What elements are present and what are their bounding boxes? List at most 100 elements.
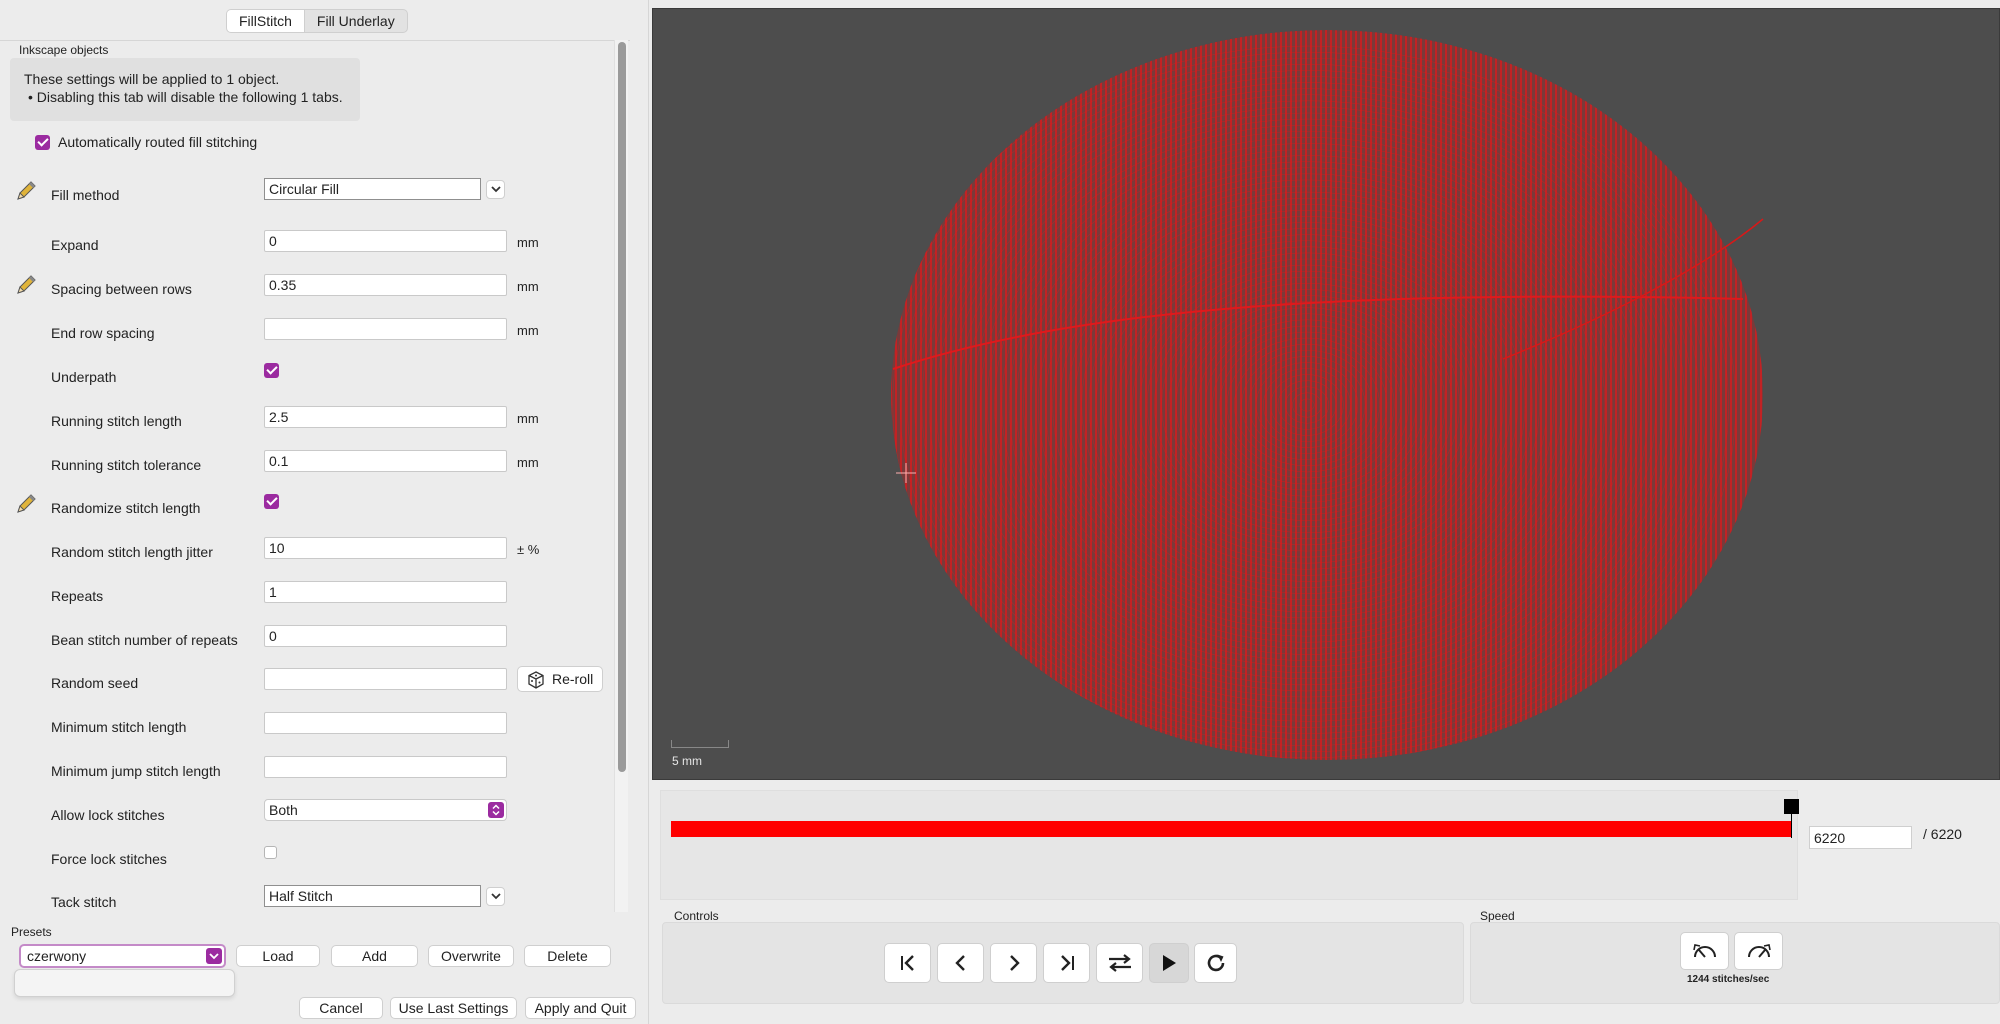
speed-slow-icon: [1692, 944, 1716, 958]
row-spacing-unit: mm: [517, 279, 539, 294]
skip-end-icon: [1060, 955, 1074, 971]
slow-down-button[interactable]: [1680, 932, 1729, 970]
bean-label: Bean stitch number of repeats: [51, 632, 238, 648]
row-row-spacing: Spacing between rows 0.35 mm: [0, 272, 610, 302]
stitch-total-label: / 6220: [1923, 826, 1962, 842]
seed-input[interactable]: [264, 668, 507, 690]
auto-route-toggle[interactable]: Automatically routed fill stitching: [35, 134, 257, 150]
speed-label: Speed: [1480, 909, 1515, 923]
jump-to-end-button[interactable]: [1043, 943, 1090, 983]
preset-combo[interactable]: czerwony: [19, 944, 226, 968]
row-allow-lock: Allow lock stitches Both: [0, 798, 610, 828]
apply-and-quit-button[interactable]: Apply and Quit: [525, 997, 636, 1019]
chevron-down-icon[interactable]: [206, 948, 222, 964]
randomize-label: Randomize stitch length: [51, 500, 201, 516]
row-running-stitch-length: Running stitch length 2.5 mm: [0, 404, 610, 434]
running-stitch-length-input[interactable]: 2.5: [264, 406, 507, 428]
speed-up-button[interactable]: [1734, 932, 1783, 970]
jump-to-start-button[interactable]: [884, 943, 931, 983]
tack-dropdown-button[interactable]: [486, 887, 505, 906]
expand-input[interactable]: 0: [264, 230, 507, 252]
row-running-stitch-tolerance: Running stitch tolerance 0.1 mm: [0, 448, 610, 478]
row-bean: Bean stitch number of repeats 0: [0, 623, 610, 653]
info-line-1: These settings will be applied to 1 obje…: [24, 71, 280, 87]
running-stitch-tolerance-unit: mm: [517, 455, 539, 470]
row-min-jump: Minimum jump stitch length: [0, 754, 610, 784]
repeats-input[interactable]: 1: [264, 581, 507, 603]
load-button[interactable]: Load: [236, 945, 320, 967]
fill-method-dropdown-button[interactable]: [486, 180, 505, 199]
pencil-icon: [17, 181, 36, 200]
repeats-label: Repeats: [51, 588, 104, 604]
reroll-button[interactable]: Re-roll: [517, 666, 603, 692]
delete-button[interactable]: Delete: [524, 945, 611, 967]
controls-label: Controls: [674, 909, 719, 923]
stitch-number-input[interactable]: 6220: [1809, 826, 1912, 849]
row-spacing-label: Spacing between rows: [51, 281, 192, 297]
force-lock-label: Force lock stitches: [51, 851, 167, 867]
refresh-icon: [1207, 954, 1224, 972]
play-button[interactable]: [1149, 943, 1189, 983]
row-force-lock: Force lock stitches: [0, 842, 610, 872]
skip-start-icon: [900, 955, 914, 971]
min-jump-input[interactable]: [264, 756, 507, 778]
row-end-row-spacing: End row spacing mm: [0, 316, 610, 346]
cancel-button[interactable]: Cancel: [299, 997, 383, 1019]
force-lock-checkbox[interactable]: [264, 846, 277, 859]
underpath-checkbox[interactable]: [264, 363, 279, 378]
row-expand: Expand 0 mm: [0, 228, 610, 258]
row-randomize: Randomize stitch length: [0, 491, 610, 521]
fill-method-label: Fill method: [51, 187, 120, 203]
chevron-down-icon: [491, 893, 501, 900]
scrollbar-thumb[interactable]: [618, 42, 626, 772]
row-min-stitch: Minimum stitch length: [0, 710, 610, 740]
row-tack: Tack stitch Half Stitch: [0, 885, 610, 915]
step-back-button[interactable]: [937, 943, 984, 983]
running-stitch-tolerance-input[interactable]: 0.1: [264, 450, 507, 472]
randomize-checkbox[interactable]: [264, 494, 279, 509]
info-box: These settings will be applied to 1 obje…: [10, 58, 360, 121]
running-stitch-tolerance-label: Running stitch tolerance: [51, 457, 202, 473]
dice-icon: [528, 671, 544, 689]
info-line-2: • Disabling this tab will disable the fo…: [28, 89, 343, 105]
chevron-right-icon: [1009, 955, 1020, 971]
auto-route-label: Automatically routed fill stitching: [58, 134, 258, 150]
jitter-input[interactable]: 10: [264, 537, 507, 559]
running-stitch-length-label: Running stitch length: [51, 413, 182, 429]
end-row-spacing-label: End row spacing: [51, 325, 155, 341]
end-row-spacing-unit: mm: [517, 323, 539, 338]
use-last-settings-button[interactable]: Use Last Settings: [390, 997, 517, 1019]
min-jump-label: Minimum jump stitch length: [51, 763, 221, 779]
stitch-progress-bar[interactable]: [671, 821, 1791, 837]
params-scrollbar[interactable]: [614, 40, 628, 912]
step-forward-button[interactable]: [990, 943, 1037, 983]
min-stitch-input[interactable]: [264, 712, 507, 734]
reroll-label: Re-roll: [552, 671, 594, 687]
jitter-unit: ± %: [517, 542, 540, 557]
expand-label: Expand: [51, 237, 99, 253]
add-button[interactable]: Add: [331, 945, 418, 967]
tack-combo[interactable]: Half Stitch: [264, 885, 481, 907]
overwrite-button[interactable]: Overwrite: [428, 945, 514, 967]
tab-fill-underlay[interactable]: Fill Underlay: [305, 10, 407, 32]
allow-lock-select[interactable]: Both: [264, 799, 507, 821]
auto-route-checkbox[interactable]: [35, 134, 50, 150]
underpath-label: Underpath: [51, 369, 117, 385]
presets-label: Presets: [11, 925, 52, 939]
play-icon: [1163, 955, 1176, 971]
end-row-spacing-input[interactable]: [264, 318, 507, 340]
row-spacing-input[interactable]: 0.35: [264, 274, 507, 296]
toggle-direction-button[interactable]: [1096, 943, 1143, 983]
seed-label: Random seed: [51, 675, 139, 691]
preset-value: czerwony: [27, 948, 87, 964]
bean-input[interactable]: 0: [264, 625, 507, 647]
stitch-preview-drawing: [891, 30, 1764, 760]
restart-button[interactable]: [1194, 943, 1237, 983]
row-seed: Random seed Re-roll: [0, 666, 610, 696]
stitch-preview-canvas[interactable]: [652, 8, 2000, 780]
swap-arrows-icon: [1108, 954, 1131, 972]
allow-lock-label: Allow lock stitches: [51, 807, 165, 823]
preset-popup[interactable]: [14, 969, 235, 997]
tab-fillstitch[interactable]: FillStitch: [227, 10, 305, 32]
fill-method-combo[interactable]: Circular Fill: [264, 178, 481, 200]
